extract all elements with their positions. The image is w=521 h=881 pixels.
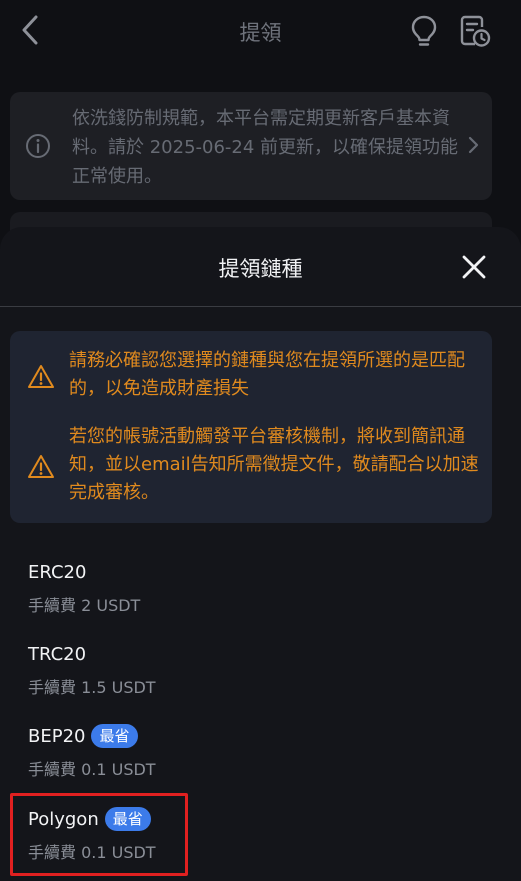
chain-option-trc20[interactable]: TRC20 手續費 1.5 USDT — [0, 644, 521, 704]
sheet-title: 提領鏈種 — [218, 257, 303, 281]
chain-name: BEP20 最省 — [28, 724, 138, 748]
chain-name: TRC20 — [28, 644, 87, 665]
info-icon — [26, 134, 50, 158]
chain-option-bep20[interactable]: BEP20 最省 手續費 0.1 USDT — [0, 724, 521, 786]
chain-fee: 手續費 1.5 USDT — [28, 678, 156, 697]
history-button[interactable] — [456, 13, 494, 49]
chain-fee: 手續費 0.1 USDT — [28, 760, 156, 779]
top-bar: 提領 — [0, 0, 521, 62]
close-button[interactable] — [458, 251, 490, 283]
hint-button[interactable] — [406, 13, 442, 49]
kyc-update-notice[interactable]: 依洗錢防制規範，本平台需定期更新客戶基本資料。請於 2025-06-24 前更新… — [10, 92, 492, 200]
warning-icon — [28, 365, 54, 388]
chain-name: ERC20 — [28, 562, 87, 583]
close-icon — [462, 255, 486, 279]
warning-icon — [28, 455, 54, 478]
sheet-header: 提領鏈種 — [0, 227, 521, 307]
warning-text: 若您的帳號活動觸發平台審核機制，將收到簡訊通知，並以email告知所需徵提文件，… — [69, 426, 479, 503]
history-icon — [460, 15, 491, 47]
chain-select-sheet: 提領鏈種 請務必確認您選擇的鏈種與您在提領所選的是匹配的，以免造成財產損失 若您… — [0, 227, 521, 881]
selection-highlight — [10, 793, 188, 876]
lightbulb-icon — [411, 15, 437, 46]
warning-text: 請務必確認您選擇的鏈種與您在提領所選的是匹配的，以免造成財產損失 — [69, 350, 465, 399]
notice-text: 依洗錢防制規範，本平台需定期更新客戶基本資料。請於 2025-06-24 前更新… — [72, 108, 459, 187]
chain-fee: 手續費 2 USDT — [28, 596, 141, 615]
chevron-right-icon — [468, 136, 479, 154]
warning-box: 請務必確認您選擇的鏈種與您在提領所選的是匹配的，以免造成財產損失 若您的帳號活動… — [10, 331, 492, 523]
chain-option-erc20[interactable]: ERC20 手續費 2 USDT — [0, 562, 521, 622]
page-title: 提領 — [239, 21, 282, 45]
cheapest-badge: 最省 — [91, 724, 138, 748]
